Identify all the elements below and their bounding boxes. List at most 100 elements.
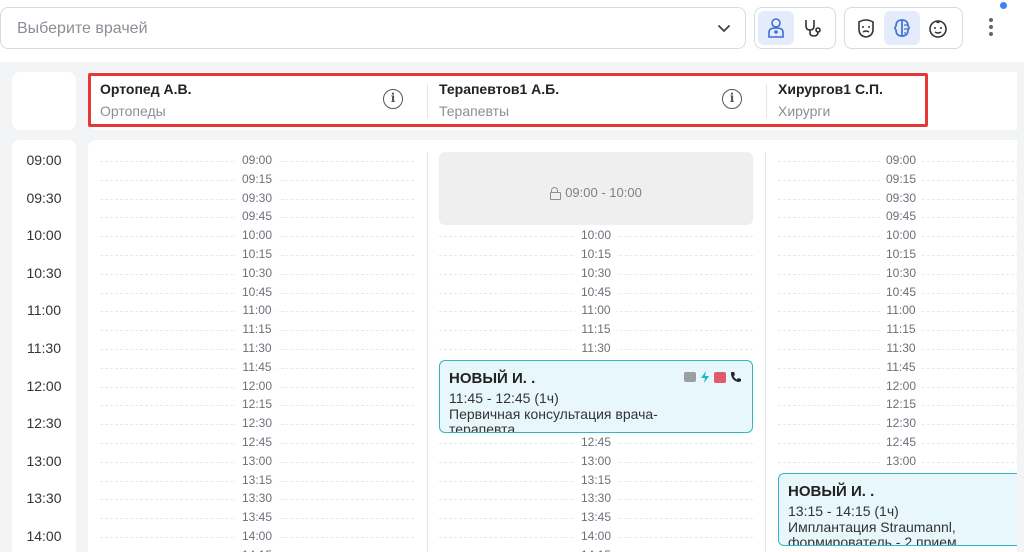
- appointment-description: Имплантация Straumannl, формирователь - …: [788, 519, 957, 546]
- time-slot[interactable]: 10:45: [439, 284, 753, 303]
- time-slot[interactable]: 10:30: [778, 265, 1024, 284]
- slot-time: 14:00: [235, 529, 279, 543]
- time-slot[interactable]: 09:30: [100, 190, 414, 209]
- time-slot[interactable]: 12:30: [100, 415, 414, 434]
- slot-time: 10:00: [574, 228, 618, 243]
- time-slot[interactable]: 10:00: [100, 227, 414, 246]
- column-divider: [765, 152, 766, 552]
- time-slot[interactable]: 09:15: [778, 171, 1024, 190]
- time-slot[interactable]: 11:00: [439, 302, 753, 321]
- slot-time: 13:30: [235, 491, 279, 506]
- highlight-box: [88, 73, 928, 127]
- time-slot[interactable]: 12:45: [778, 434, 1024, 453]
- notification-dot: [1000, 2, 1007, 9]
- time-slot[interactable]: 13:45: [439, 509, 753, 528]
- doctor-icon: [768, 18, 784, 38]
- time-slot[interactable]: 14:15: [100, 547, 414, 552]
- time-slot[interactable]: 09:00: [778, 152, 1024, 171]
- slot-time: 11:15: [575, 322, 617, 337]
- view-toggle-group: [754, 7, 836, 49]
- time-slot[interactable]: 09:45: [778, 208, 1024, 227]
- time-slot[interactable]: 13:15: [100, 472, 414, 491]
- time-slot[interactable]: 10:15: [778, 246, 1024, 265]
- appointment-time: 13:15 - 14:15 (1ч): [788, 503, 899, 519]
- appointment-card[interactable]: НОВЫЙ И. . 11:45 - 12:45 (1ч) Первичная …: [439, 360, 753, 433]
- time-slot[interactable]: 11:30: [439, 340, 753, 359]
- time-slot[interactable]: 10:30: [100, 265, 414, 284]
- time-slot[interactable]: 11:00: [100, 302, 414, 321]
- time-label: 13:30: [26, 490, 62, 507]
- stethoscope-view-button[interactable]: [794, 11, 830, 45]
- slot-time: 09:30: [879, 190, 923, 205]
- time-slot[interactable]: 09:30: [778, 190, 1024, 209]
- doctor-select[interactable]: Выберите врачей: [0, 7, 746, 49]
- time-slot[interactable]: 10:30: [439, 265, 753, 284]
- time-slot[interactable]: 14:00: [439, 528, 753, 547]
- time-slot[interactable]: 10:45: [100, 284, 414, 303]
- time-label: 09:00: [26, 152, 62, 168]
- time-slot[interactable]: 12:15: [100, 396, 414, 415]
- time-label: 10:00: [26, 227, 62, 244]
- slot-time: 11:15: [236, 322, 278, 337]
- time-slot[interactable]: 13:45: [100, 509, 414, 528]
- time-slot[interactable]: 13:15: [439, 472, 753, 491]
- slot-time: 13:15: [235, 472, 279, 487]
- time-slot[interactable]: 10:00: [439, 227, 753, 246]
- slot-time: 11:00: [575, 303, 617, 318]
- time-slot[interactable]: 12:30: [778, 415, 1024, 434]
- slot-time: 12:00: [235, 378, 279, 393]
- time-slot[interactable]: 12:15: [778, 396, 1024, 415]
- blocked-label: 09:00 - 10:00: [439, 185, 753, 200]
- slot-time: 09:15: [879, 171, 923, 186]
- time-slot[interactable]: 11:30: [100, 340, 414, 359]
- more-menu-icon[interactable]: [983, 16, 999, 38]
- time-slot[interactable]: 09:45: [100, 208, 414, 227]
- time-slot[interactable]: 13:30: [100, 490, 414, 509]
- chevron-down-icon: [718, 25, 730, 32]
- time-slot[interactable]: 09:15: [100, 171, 414, 190]
- time-slot[interactable]: 12:45: [439, 434, 753, 453]
- time-slot[interactable]: 10:15: [100, 246, 414, 265]
- slot-time: 12:15: [235, 397, 279, 412]
- slot-time: 10:15: [235, 247, 279, 261]
- appointment-card[interactable]: НОВЫЙ И. . 13:15 - 14:15 (1ч) Имплантаци…: [778, 473, 1024, 546]
- time-slot[interactable]: 10:45: [778, 284, 1024, 303]
- slot-time: 09:00: [879, 153, 923, 167]
- time-slot[interactable]: 13:00: [778, 453, 1024, 472]
- time-slot[interactable]: 13:30: [439, 490, 753, 509]
- time-slot[interactable]: 13:00: [100, 453, 414, 472]
- doctor-select-placeholder: Выберите врачей: [17, 20, 148, 37]
- slot-time: 13:00: [574, 453, 618, 468]
- scrollbar[interactable]: [1017, 72, 1024, 552]
- doctor-view-button[interactable]: [758, 11, 794, 45]
- child-face-button[interactable]: [920, 11, 956, 45]
- slot-time: 14:00: [574, 529, 618, 543]
- time-slot[interactable]: 11:15: [778, 321, 1024, 340]
- slot-time: 11:45: [236, 359, 278, 374]
- appointment-icons: [684, 371, 742, 383]
- mode-toggle-group: [844, 7, 963, 49]
- time-slot[interactable]: 11:15: [100, 321, 414, 340]
- blocked-slot[interactable]: 09:00 - 10:00: [439, 152, 753, 225]
- time-slot[interactable]: 10:00: [778, 227, 1024, 246]
- time-slot[interactable]: 11:45: [100, 359, 414, 378]
- time-slot[interactable]: 12:00: [100, 378, 414, 397]
- time-slot[interactable]: 11:45: [778, 359, 1024, 378]
- appointment-patient: НОВЫЙ И. .: [788, 483, 875, 500]
- slot-time: 09:00: [235, 153, 279, 167]
- time-slot[interactable]: 10:15: [439, 246, 753, 265]
- mask-face-button[interactable]: [848, 11, 884, 45]
- time-slot[interactable]: 11:30: [778, 340, 1024, 359]
- time-slot[interactable]: 11:15: [439, 321, 753, 340]
- brain-face-button[interactable]: [884, 11, 920, 45]
- column-divider: [427, 152, 428, 552]
- time-slot[interactable]: 09:00: [100, 152, 414, 171]
- slot-time: 13:00: [879, 453, 923, 468]
- time-slot[interactable]: 12:45: [100, 434, 414, 453]
- time-header-corner: [12, 72, 76, 130]
- time-slot[interactable]: 11:00: [778, 302, 1024, 321]
- time-slot[interactable]: 14:15: [439, 547, 753, 552]
- time-slot[interactable]: 12:00: [778, 378, 1024, 397]
- time-slot[interactable]: 14:00: [100, 528, 414, 547]
- time-slot[interactable]: 13:00: [439, 453, 753, 472]
